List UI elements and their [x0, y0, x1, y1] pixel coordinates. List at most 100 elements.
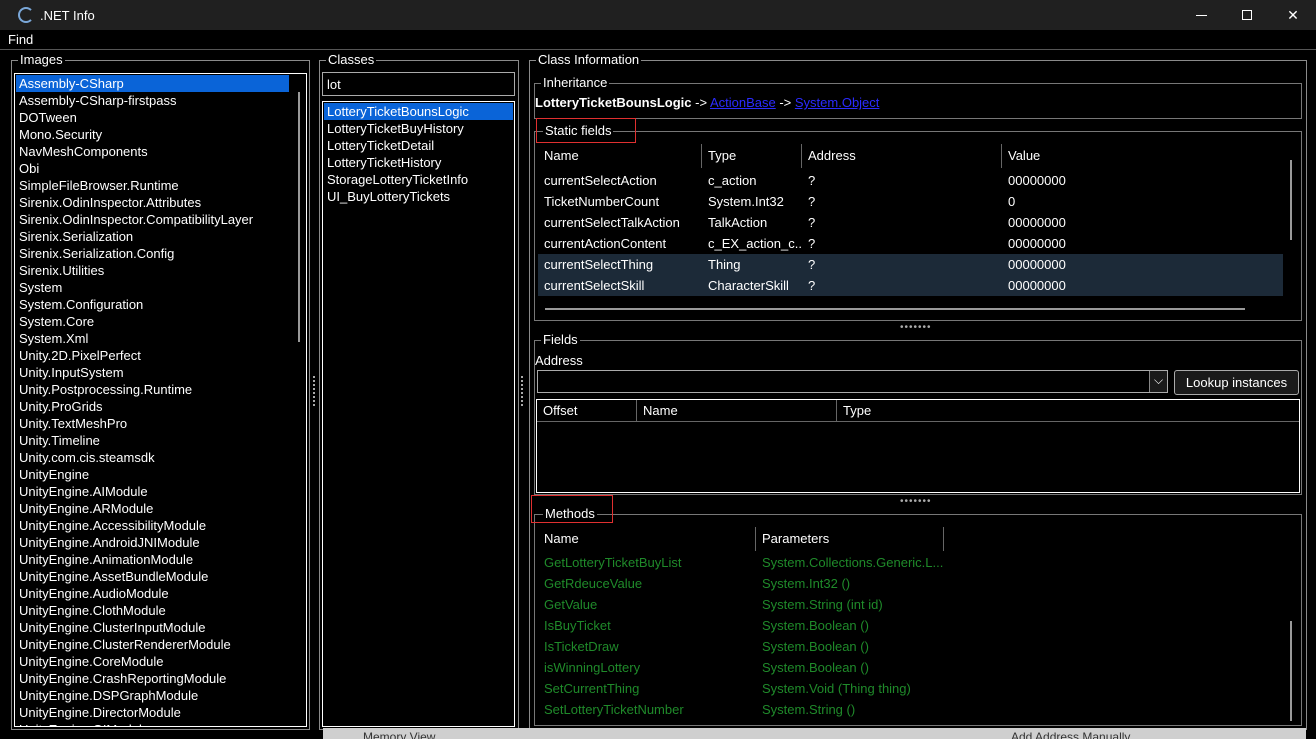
table-row[interactable]: TicketNumberCount System.Int32? 0 [538, 191, 1283, 212]
image-list-item[interactable]: UnityEngine.AnimationModule [16, 551, 289, 568]
image-list-item[interactable]: SimpleFileBrowser.Runtime [16, 177, 289, 194]
image-list-item[interactable]: UnityEngine.AndroidJNIModule [16, 534, 289, 551]
table-row[interactable]: SetCurrentThing System.Void (Thing thing) [538, 678, 1283, 699]
table-row[interactable]: currentActionContent c_EX_action_c...? 000… [538, 233, 1283, 254]
static-fields-hscrollbar[interactable] [545, 308, 1245, 310]
table-row[interactable]: currentSelectSkill CharacterSkill? 0000000… [538, 275, 1283, 296]
image-list-item[interactable]: UnityEngine [16, 466, 289, 483]
inheritance-group: Inheritance LotteryTicketBounsLogic -> A… [534, 75, 1302, 119]
table-row[interactable]: currentSelectThing Thing? 00000000 [538, 254, 1283, 275]
class-list-item[interactable]: StorageLotteryTicketInfo [324, 171, 513, 188]
methods-grid[interactable]: Name Parameters GetLotteryTicketBuyList S… [538, 527, 1296, 723]
cell-type: System.Int32 [708, 194, 784, 209]
lookup-instances-button[interactable]: Lookup instances [1174, 370, 1299, 395]
column-header-name[interactable]: Name [538, 527, 756, 551]
image-list-item[interactable]: Unity.InputSystem [16, 364, 289, 381]
image-list-item[interactable]: NavMeshComponents [16, 143, 289, 160]
address-combobox[interactable]: ⌵ [537, 370, 1168, 393]
static-fields-grid[interactable]: Name Type Address Value currentSelectAct… [538, 144, 1296, 318]
minimize-button[interactable] [1178, 0, 1224, 30]
methods-scrollbar[interactable] [1290, 621, 1292, 721]
menu-find[interactable]: Find [8, 32, 33, 47]
class-list-item[interactable]: LotteryTicketHistory [324, 154, 513, 171]
table-row[interactable]: GetLotteryTicketBuyList System.Collection… [538, 552, 1283, 573]
close-button[interactable]: ✕ [1270, 0, 1316, 30]
fields-header: Offset Name Type [537, 400, 1299, 422]
class-list-item[interactable]: LotteryTicketBounsLogic [324, 103, 513, 120]
column-header-type[interactable]: Type [702, 144, 802, 168]
image-list-item[interactable]: Assembly-CSharp-firstpass [16, 92, 289, 109]
column-header-name[interactable]: Name [538, 144, 702, 168]
column-header-address[interactable]: Address [802, 144, 1002, 168]
image-list-item[interactable]: UnityEngine.AccessibilityModule [16, 517, 289, 534]
class-list-item[interactable]: LotteryTicketDetail [324, 137, 513, 154]
image-list-item[interactable]: Sirenix.Serialization [16, 228, 289, 245]
inheritance-root-link[interactable]: System.Object [795, 95, 880, 110]
image-list-item[interactable]: UnityEngine.AssetBundleModule [16, 568, 289, 585]
image-list-item[interactable]: UnityEngine.AudioModule [16, 585, 289, 602]
image-list-item[interactable]: Sirenix.Utilities [16, 262, 289, 279]
column-header-value[interactable]: Value [1002, 144, 1296, 168]
class-list-item[interactable]: LotteryTicketBuyHistory [324, 120, 513, 137]
column-header-type[interactable]: Type [837, 400, 1299, 421]
fields-grid[interactable]: Offset Name Type [536, 399, 1300, 493]
cell-name: GetValue [544, 597, 598, 612]
static-fields-scrollbar[interactable] [1290, 160, 1292, 240]
image-list-item[interactable]: UnityEngine.DirectorModule [16, 704, 289, 721]
image-list-item[interactable]: UnityEngine.AIModule [16, 483, 289, 500]
image-list-item[interactable]: Unity.TextMeshPro [16, 415, 289, 432]
image-list-item[interactable]: System.Xml [16, 330, 289, 347]
image-list-item[interactable]: UnityEngine.ARModule [16, 500, 289, 517]
table-row[interactable]: isWinningLottery System.Boolean () [538, 657, 1283, 678]
image-list-item[interactable]: UnityEngine.DSPGraphModule [16, 687, 289, 704]
table-row[interactable]: currentSelectAction c_action? 00000000 [538, 170, 1283, 191]
images-list[interactable]: Assembly-CSharp Assembly-CSharp-firstpass… [14, 73, 307, 727]
column-header-parameters[interactable]: Parameters [756, 527, 944, 551]
dropdown-chevron-icon[interactable]: ⌵ [1149, 371, 1167, 392]
table-row[interactable]: SetLotteryTicketNumber System.String () [538, 699, 1283, 720]
image-list-item[interactable]: Assembly-CSharp [16, 75, 289, 92]
image-list-item[interactable]: System.Core [16, 313, 289, 330]
image-list-item[interactable]: Unity.Postprocessing.Runtime [16, 381, 289, 398]
image-list-item[interactable]: UnityEngine.CoreModule [16, 653, 289, 670]
image-list-item[interactable]: System [16, 279, 289, 296]
class-filter-input[interactable] [322, 72, 515, 96]
column-header-offset[interactable]: Offset [537, 400, 637, 421]
table-row[interactable]: GetValue System.String (int id) [538, 594, 1283, 615]
classes-list[interactable]: LotteryTicketBounsLogic LotteryTicketBuyH… [322, 101, 515, 727]
image-list-item[interactable]: Sirenix.OdinInspector.CompatibilityLayer [16, 211, 289, 228]
memory-view-button[interactable]: Memory View [363, 728, 435, 739]
inheritance-title: Inheritance [541, 75, 610, 91]
splitter-fields[interactable]: ••••••• [900, 497, 932, 507]
maximize-button[interactable] [1224, 0, 1270, 30]
class-list-item[interactable]: UI_BuyLotteryTickets [324, 188, 513, 205]
image-list-item[interactable]: Unity.2D.PixelPerfect [16, 347, 289, 364]
image-list-item[interactable]: UnityEngine.CrashReportingModule [16, 670, 289, 687]
image-list-item[interactable]: UnityEngine.ClusterRendererModule [16, 636, 289, 653]
image-list-item[interactable]: DOTween [16, 109, 289, 126]
image-list-item[interactable]: UnityEngine.ClusterInputModule [16, 619, 289, 636]
add-address-button[interactable]: Add Address Manually [1011, 728, 1130, 739]
title-bar[interactable]: .NET Info ✕ [0, 0, 1316, 30]
image-list-item[interactable]: UnityEngine.ClothModule [16, 602, 289, 619]
image-list-item[interactable]: UnityEngine.GIModule [16, 721, 289, 726]
table-row[interactable]: IsTicketDraw System.Boolean () [538, 636, 1283, 657]
splitter-static-fields[interactable]: ••••••• [900, 323, 932, 333]
table-row[interactable]: IsBuyTicket System.Boolean () [538, 615, 1283, 636]
table-row[interactable]: GetRdeuceValue System.Int32 () [538, 573, 1283, 594]
splitter-middle[interactable] [521, 376, 525, 406]
window-title: .NET Info [40, 7, 95, 23]
table-row[interactable]: currentSelectTalkAction TalkAction? 000000… [538, 212, 1283, 233]
image-list-item[interactable]: System.Configuration [16, 296, 289, 313]
image-list-item[interactable]: Sirenix.OdinInspector.Attributes [16, 194, 289, 211]
image-list-item[interactable]: Mono.Security [16, 126, 289, 143]
image-list-item[interactable]: Sirenix.Serialization.Config [16, 245, 289, 262]
image-list-item[interactable]: Unity.Timeline [16, 432, 289, 449]
image-list-item[interactable]: Unity.com.cis.steamsdk [16, 449, 289, 466]
image-list-item[interactable]: Unity.ProGrids [16, 398, 289, 415]
splitter-left[interactable] [313, 376, 317, 406]
image-list-item[interactable]: Obi [16, 160, 289, 177]
column-header-name[interactable]: Name [637, 400, 837, 421]
images-list-scrollbar[interactable] [298, 92, 300, 342]
inheritance-parent-link[interactable]: ActionBase [710, 95, 776, 110]
